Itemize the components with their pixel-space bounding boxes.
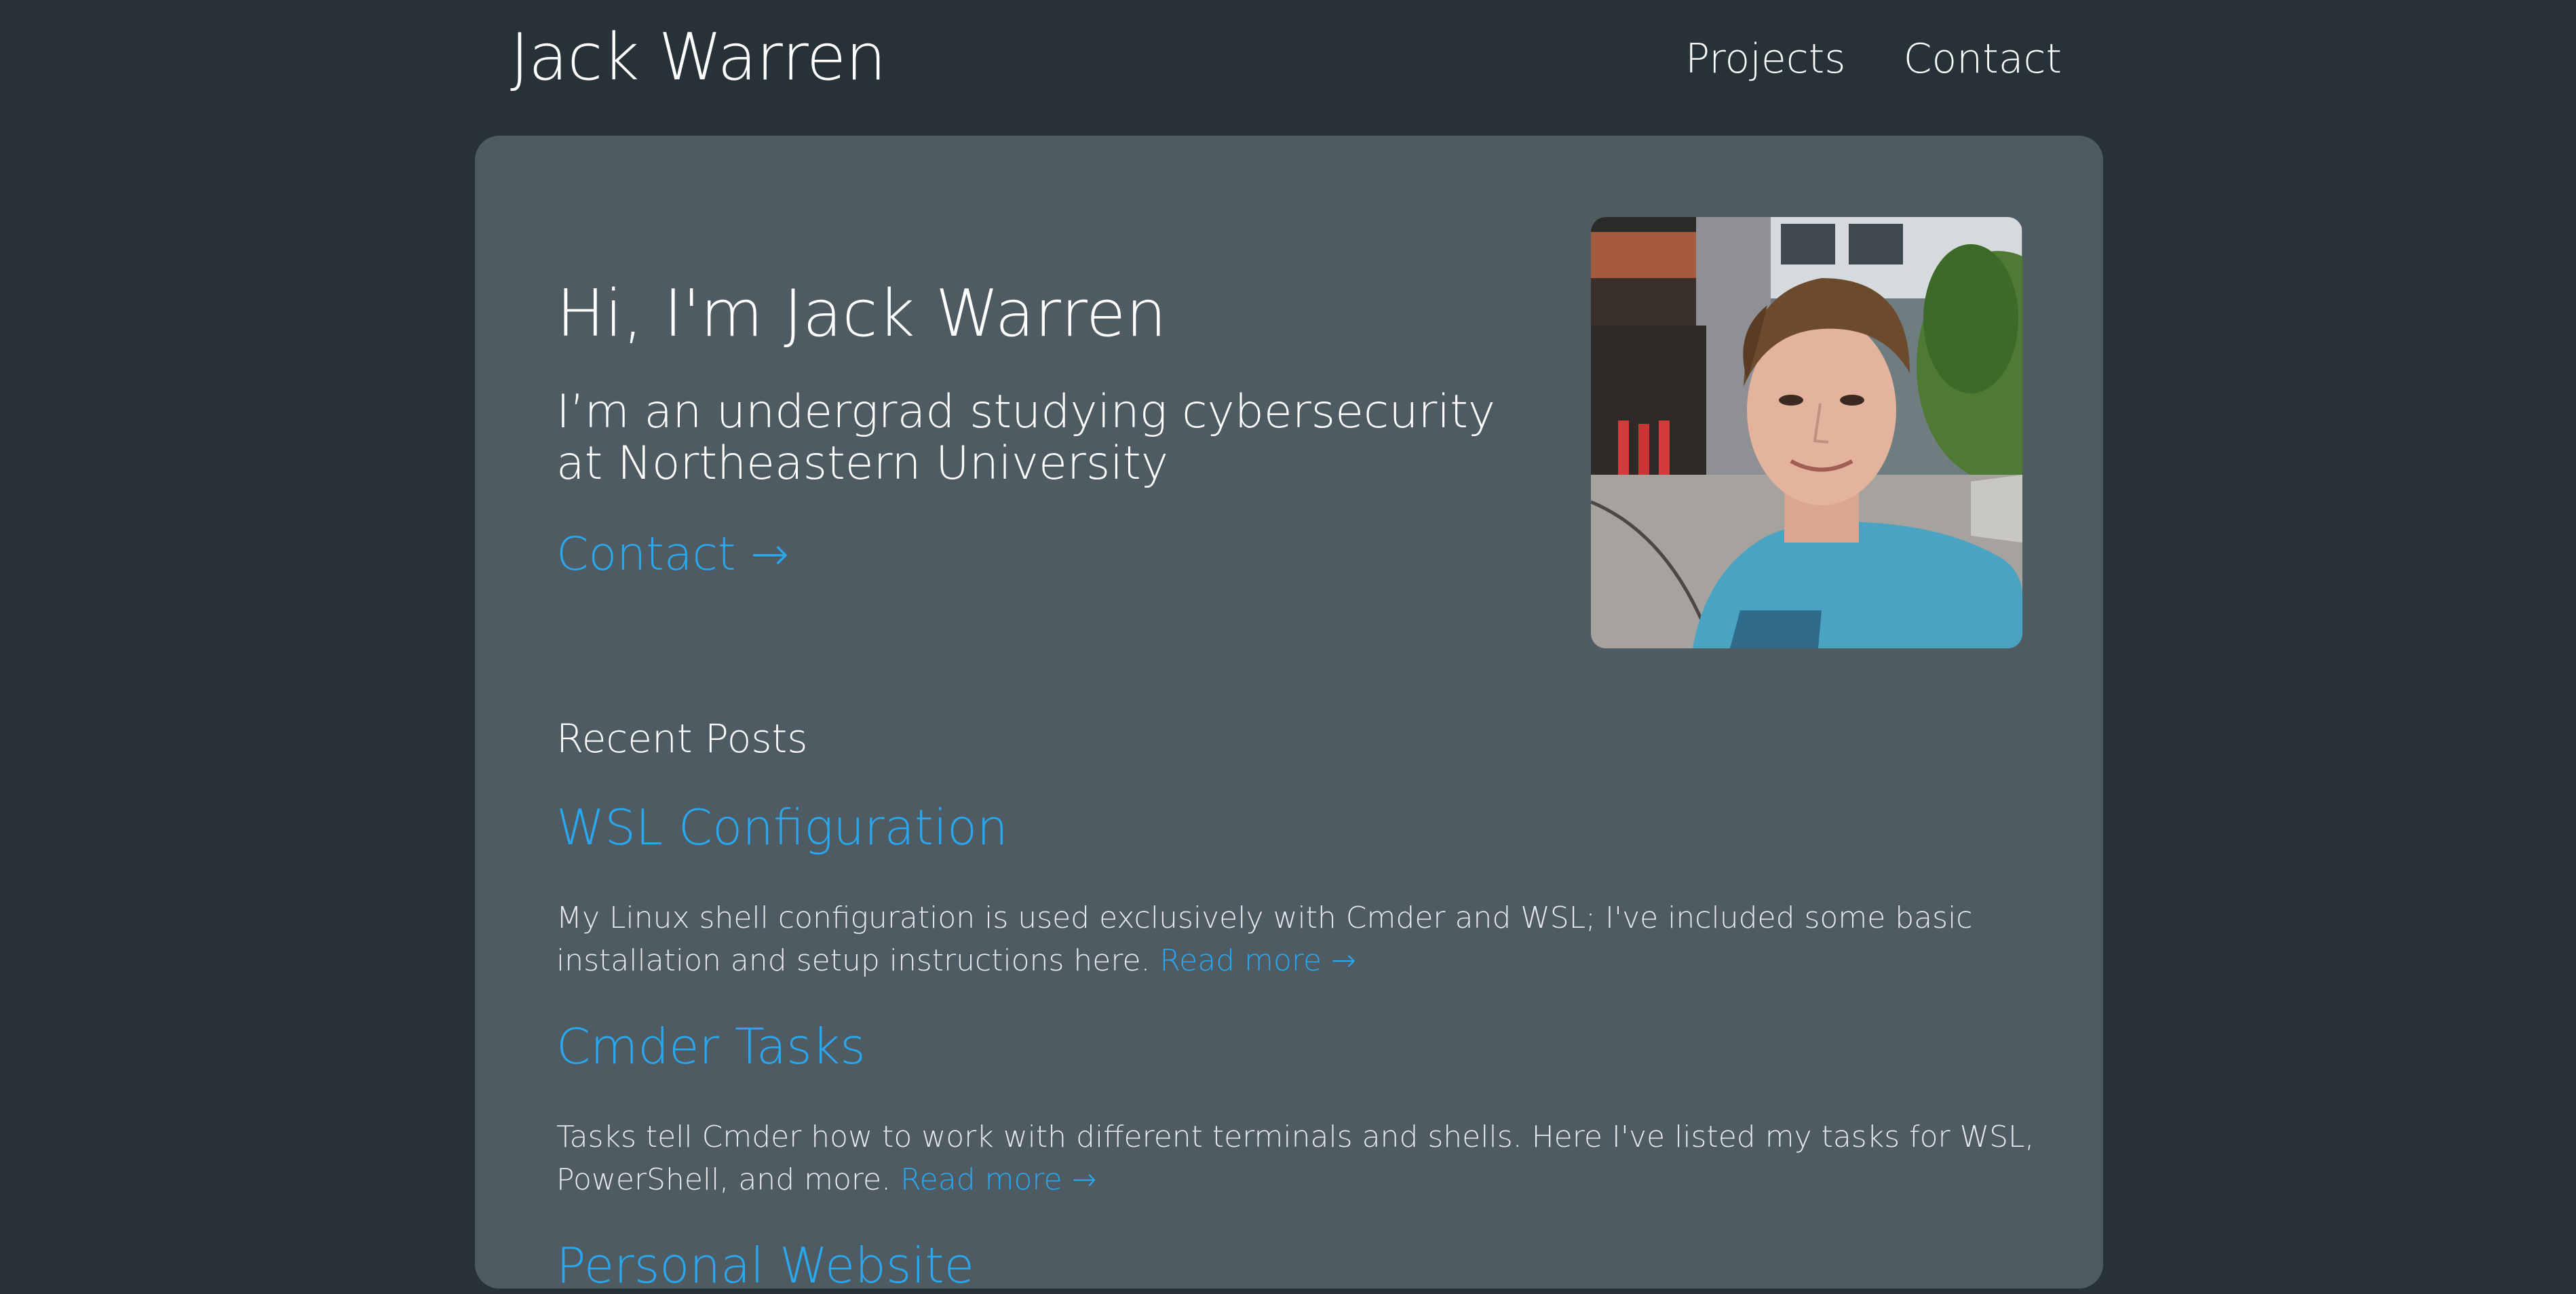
site-title-link[interactable]: Jack Warren [510,20,886,95]
content-card: Hi, I'm Jack Warren I’m an undergrad stu… [475,136,2103,1294]
post-title-link[interactable]: Personal Website [556,1237,974,1294]
post-description-text: Tasks tell Cmder how to work with differ… [556,1120,2035,1197]
read-more-link[interactable]: Read more → [900,1162,1096,1197]
hero-subheading: I’m an undergrad studying cybersecurity … [556,385,1496,490]
read-more-link[interactable]: Read more → [1160,943,1356,978]
recent-posts-heading: Recent Posts [556,715,808,762]
hero-contact-link[interactable]: Contact → [556,528,789,581]
nav-projects-link[interactable]: Projects [1685,35,1846,83]
post-title-link[interactable]: Cmder Tasks [556,1018,866,1075]
post-title-link[interactable]: WSL Configuration [556,799,1008,856]
post-description: Tasks tell Cmder how to work with differ… [556,1116,2042,1201]
post-description: My Linux shell configuration is used exc… [556,897,2042,982]
profile-photo [1591,217,2022,648]
hero-heading: Hi, I'm Jack Warren [556,277,1167,351]
main-nav: Projects Contact [1685,35,2062,83]
site-header: Jack Warren Projects Contact [475,0,2103,136]
nav-contact-link[interactable]: Contact [1904,35,2062,83]
